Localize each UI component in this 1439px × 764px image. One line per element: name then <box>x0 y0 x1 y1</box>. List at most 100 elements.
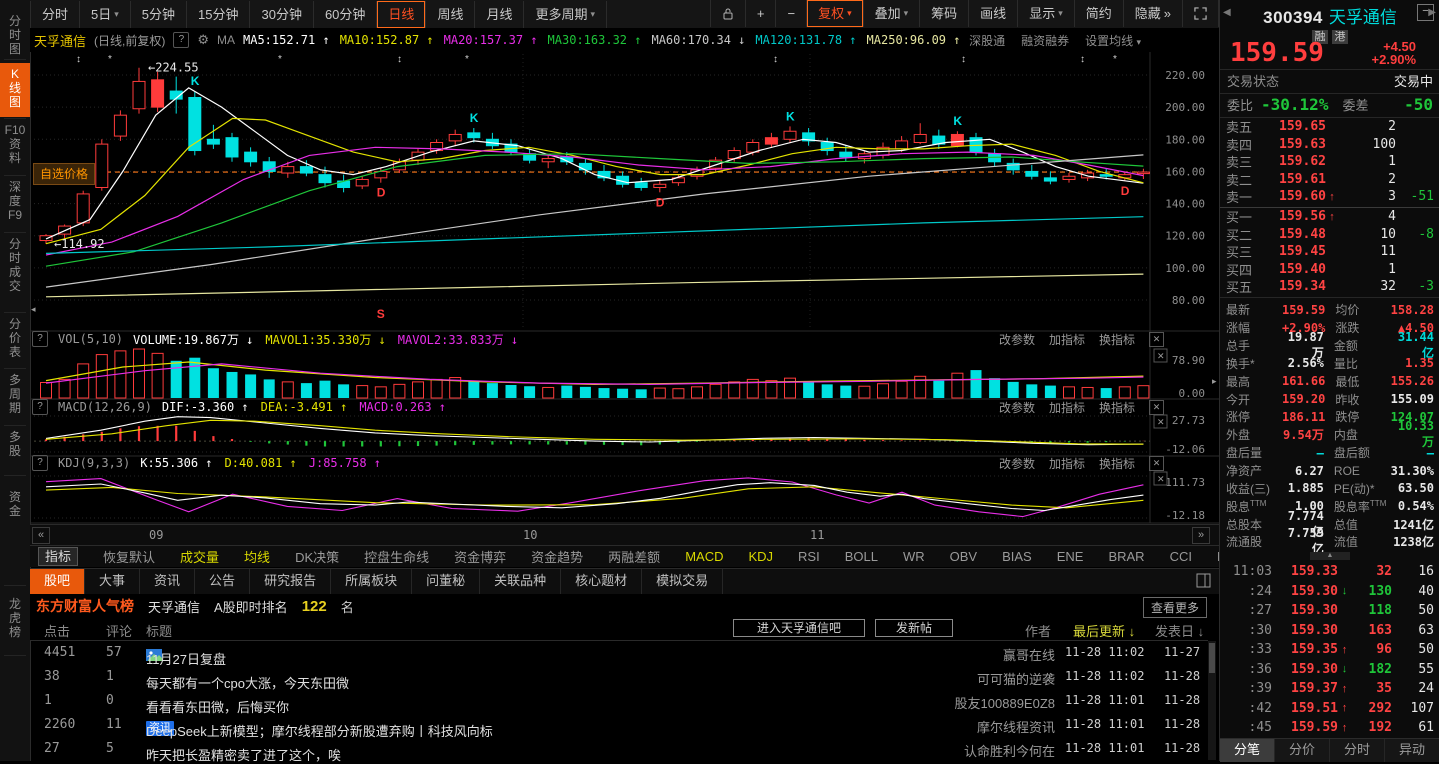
panel-link-换指标[interactable]: 换指标 <box>1099 399 1135 416</box>
period-button-更多周期[interactable]: 更多周期 ▾ <box>524 0 608 28</box>
help-icon[interactable]: ? <box>173 32 190 48</box>
col-updated[interactable]: 最后更新 ↓ <box>1073 621 1135 640</box>
enter-forum-button[interactable]: 进入天孚通信吧 <box>733 619 865 637</box>
indicator-RSI[interactable]: RSI <box>798 549 820 564</box>
indicator-成交量[interactable]: 成交量 <box>180 547 219 566</box>
sidebar-item-9[interactable]: 龙虎榜 <box>0 597 30 639</box>
view-more-button[interactable]: 查看更多 <box>1142 597 1207 618</box>
collapse-handle[interactable]: ▲ <box>1310 552 1350 560</box>
panel-link-改参数[interactable]: 改参数 <box>999 455 1035 472</box>
tab-股吧[interactable]: 股吧 <box>30 569 86 594</box>
post-author[interactable]: 可可猫的逆袭 <box>860 669 1055 688</box>
help-icon[interactable]: ? <box>32 399 48 415</box>
panel-link-加指标[interactable]: 加指标 <box>1049 455 1085 472</box>
kline-chart[interactable]: ←224.55 ←114.92 K D K D K K D S ↕ * * ↕ * ↕ ↕ ↕ * 220.00 200… <box>30 52 1219 524</box>
expand-icon-button[interactable] <box>1183 0 1219 27</box>
panel-link-换指标[interactable]: 换指标 <box>1099 455 1135 472</box>
close-icon[interactable]: ✕ <box>1149 455 1164 471</box>
indicator-资金趋势[interactable]: 资金趋势 <box>531 547 583 566</box>
help-icon[interactable]: ? <box>32 331 48 347</box>
tab-研究报告[interactable]: 研究报告 <box>250 569 332 594</box>
tick-tab-异动[interactable]: 异动 <box>1385 739 1439 762</box>
indicator-KDJ[interactable]: KDJ <box>748 549 773 564</box>
tick-tab-分时[interactable]: 分时 <box>1330 739 1385 762</box>
sidebar-item-1[interactable]: K线图 <box>0 63 30 117</box>
period-button-5日[interactable]: 5日 ▾ <box>80 0 131 28</box>
indicator-BIAS[interactable]: BIAS <box>1002 549 1032 564</box>
lock-icon-button[interactable] <box>709 0 746 27</box>
sidebar-item-4[interactable]: 分时成交 <box>0 237 30 293</box>
tick-tab-分笔[interactable]: 分笔 <box>1220 739 1275 762</box>
link-融资融券[interactable]: 融资融券 <box>1021 32 1069 49</box>
panel-close-icon[interactable]: ✕ <box>1153 414 1168 429</box>
tool-button-筹码[interactable]: 筹码 <box>920 0 970 27</box>
link-深股通[interactable]: 深股通 <box>969 32 1005 49</box>
sidebar-item-3[interactable]: 深度 F9 <box>0 180 30 222</box>
close-icon[interactable]: ✕ <box>1149 331 1164 347</box>
panel-link-加指标[interactable]: 加指标 <box>1049 399 1085 416</box>
indicator-CCI[interactable]: CCI <box>1170 549 1192 564</box>
sidebar-item-2[interactable]: F10 资料 <box>0 123 30 165</box>
tab-资讯[interactable]: 资讯 <box>140 569 196 594</box>
post-author[interactable]: 认命胜利今何在 <box>860 741 1055 760</box>
tab-核心题材[interactable]: 核心题材 <box>561 569 643 594</box>
sidebar-item-6[interactable]: 多周期 <box>0 373 30 415</box>
period-button-月线[interactable]: 月线 <box>475 0 525 28</box>
period-button-分时[interactable]: 分时 <box>30 0 81 28</box>
scroll-right-button[interactable]: » <box>1192 527 1210 544</box>
gear-icon[interactable]: ⚙ <box>197 32 209 48</box>
indicator-控盘生命线[interactable]: 控盘生命线 <box>364 547 429 566</box>
period-button-15分钟[interactable]: 15分钟 <box>187 0 251 28</box>
sidebar-item-7[interactable]: 多股 <box>0 430 30 458</box>
indicator-ENE[interactable]: ENE <box>1057 549 1084 564</box>
indicator-MACD[interactable]: MACD <box>685 549 723 564</box>
panel-link-换指标[interactable]: 换指标 <box>1099 331 1135 348</box>
close-icon[interactable]: ✕ <box>1149 399 1164 415</box>
sidebar-item-0[interactable]: 分时图 <box>0 14 30 56</box>
period-button-周线[interactable]: 周线 <box>426 0 476 28</box>
tab-问董秘[interactable]: 问董秘 <box>412 569 481 594</box>
forum-scrollbar-thumb[interactable] <box>1209 643 1215 673</box>
period-button-5分钟[interactable]: 5分钟 <box>131 0 188 28</box>
indicator-BOLL[interactable]: BOLL <box>845 549 878 564</box>
tool-button-−[interactable]: − <box>776 0 808 27</box>
tick-tab-分价[interactable]: 分价 <box>1275 739 1330 762</box>
indicator-两融差额[interactable]: 两融差额 <box>608 547 660 566</box>
watch-price-tag[interactable]: 自选价格 <box>33 163 95 185</box>
sidebar-item-8[interactable]: 资金 <box>0 490 30 518</box>
period-button-30分钟[interactable]: 30分钟 <box>250 0 314 28</box>
help-icon[interactable]: ? <box>32 455 48 471</box>
tool-button-叠加[interactable]: 叠加 ▾ <box>864 0 921 27</box>
sidebar-item-5[interactable]: 分价表 <box>0 317 30 359</box>
minimize-button[interactable]: − <box>1417 4 1434 21</box>
post-author[interactable]: 赢哥在线 <box>860 645 1055 664</box>
tool-button-简约[interactable]: 简约 <box>1075 0 1124 27</box>
tool-button-+[interactable]: + <box>746 0 777 27</box>
indicator-恢复默认[interactable]: 恢复默认 <box>103 547 155 566</box>
panel-close-icon[interactable]: ✕ <box>1153 348 1168 363</box>
indicator-WR[interactable]: WR <box>903 549 925 564</box>
tool-button-隐藏[interactable]: 隐藏» <box>1124 0 1183 27</box>
period-button-60分钟[interactable]: 60分钟 <box>314 0 378 28</box>
sidebar-collapse-handle[interactable]: ◂ <box>31 304 36 315</box>
scroll-left-button[interactable]: « <box>32 527 50 544</box>
post-author[interactable]: 摩尔线程资讯 <box>860 717 1055 736</box>
indicator-BRAR[interactable]: BRAR <box>1108 549 1144 564</box>
tab-关联品种[interactable]: 关联品种 <box>480 569 562 594</box>
indicator-DK决策[interactable]: DK决策 <box>295 547 339 566</box>
tool-button-显示[interactable]: 显示 ▾ <box>1018 0 1075 27</box>
ma-settings-link[interactable]: 设置均线 ▾ <box>1085 32 1141 49</box>
tool-button-复权[interactable]: 复权 ▾ <box>807 0 864 27</box>
tab-公告[interactable]: 公告 <box>195 569 251 594</box>
panel-link-改参数[interactable]: 改参数 <box>999 399 1035 416</box>
indicator-OBV[interactable]: OBV <box>950 549 977 564</box>
tool-button-画线[interactable]: 画线 <box>969 0 1019 27</box>
new-post-button[interactable]: 发新帖 <box>875 619 953 637</box>
indicator-均线[interactable]: 均线 <box>244 547 270 566</box>
col-posted[interactable]: 发表日 ↓ <box>1155 621 1204 640</box>
period-button-日线[interactable]: 日线 <box>377 0 427 28</box>
post-author[interactable]: 股友100889E0Z8 <box>860 693 1055 712</box>
panel-link-改参数[interactable]: 改参数 <box>999 331 1035 348</box>
indicator-资金博弈[interactable]: 资金博弈 <box>454 547 506 566</box>
layout-icon[interactable] <box>1196 573 1211 594</box>
